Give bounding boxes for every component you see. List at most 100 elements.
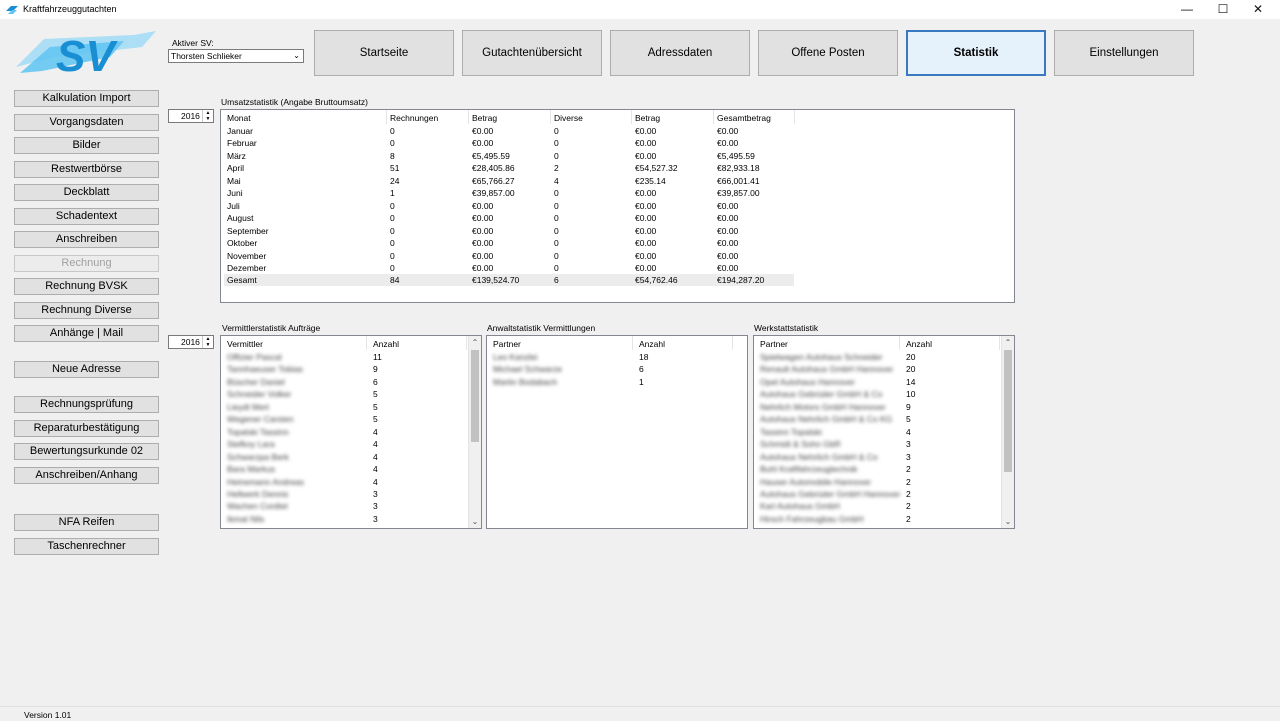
- column-header: Betrag: [472, 113, 498, 123]
- rechnung-button[interactable]: Rechnung: [14, 255, 159, 272]
- chevron-up-icon[interactable]: ⌃: [469, 336, 481, 349]
- list-item-count: 2: [906, 513, 911, 524]
- list-item-name: Topalski Tassinn: [227, 426, 289, 437]
- scrollbar-thumb[interactable]: [471, 350, 479, 442]
- taschenrechner-button[interactable]: Taschenrechner: [14, 538, 159, 555]
- table-cell: März: [227, 150, 246, 161]
- close-button[interactable]: ✕: [1242, 0, 1274, 19]
- table-cell: €0.00: [717, 225, 739, 236]
- table-cell: 24: [390, 175, 400, 186]
- table-cell: €39,857.00: [472, 188, 515, 199]
- list-item-name: Opel Autohaus Hannover: [760, 376, 855, 387]
- column-header: Rechnungen: [390, 113, 439, 123]
- column-separator[interactable]: [999, 336, 1000, 350]
- bilder-button[interactable]: Bilder: [14, 137, 159, 154]
- column-header: Betrag: [635, 113, 661, 123]
- restwertboerse-button[interactable]: Restwertbörse: [14, 161, 159, 178]
- column-separator[interactable]: [899, 336, 900, 350]
- list-item-count: 2: [906, 501, 911, 512]
- table-cell: €0.00: [472, 200, 494, 211]
- list-item-count: 18: [639, 352, 649, 362]
- column-separator[interactable]: [631, 110, 632, 124]
- tab-gutachtenuebersicht[interactable]: Gutachtenübersicht: [462, 30, 602, 76]
- table-cell: €194,287.20: [717, 275, 765, 286]
- anschreiben-button[interactable]: Anschreiben: [14, 231, 159, 248]
- rechnungspruefung-button[interactable]: Rechnungsprüfung: [14, 396, 159, 413]
- neue-adresse-button[interactable]: Neue Adresse: [14, 361, 159, 378]
- year-spinner-partner[interactable]: 2016 ▲ ▼: [168, 335, 214, 349]
- anschreiben-anhang-button[interactable]: Anschreiben/Anhang: [14, 467, 159, 484]
- vermittler-list[interactable]: Vermittler Anzahl Offizier Pascal 11 Tannhae…: [220, 335, 482, 529]
- column-separator[interactable]: [466, 336, 467, 350]
- spinner-arrows-icon[interactable]: ▲ ▼: [202, 110, 213, 122]
- nfa-reifen-button[interactable]: NFA Reifen: [14, 514, 159, 531]
- reparaturbestaetigung-button[interactable]: Reparaturbestätigung: [14, 420, 159, 437]
- table-cell: €139,524.70: [472, 275, 520, 286]
- active-sv-label: Aktiver SV:: [172, 38, 214, 48]
- list-item-count: 4: [373, 426, 378, 437]
- list-item-count: 5: [373, 414, 378, 425]
- schadentext-button[interactable]: Schadentext: [14, 208, 159, 225]
- table-cell: €0.00: [717, 213, 739, 224]
- column-separator[interactable]: [366, 336, 367, 350]
- list-item-count: 10: [906, 389, 916, 400]
- year-spinner-umsatz[interactable]: 2016 ▲ ▼: [168, 109, 214, 123]
- werkstatt-title: Werkstattstatistik: [754, 323, 819, 333]
- rechnung-diverse-button[interactable]: Rechnung Diverse: [14, 302, 159, 319]
- year-value: 2016: [181, 111, 200, 121]
- column-separator[interactable]: [794, 110, 795, 124]
- minimize-button[interactable]: —: [1171, 0, 1203, 19]
- list-item-count: 3: [373, 513, 378, 524]
- column-separator[interactable]: [386, 110, 387, 124]
- tab-einstellungen[interactable]: Einstellungen: [1054, 30, 1194, 76]
- chevron-up-icon[interactable]: ⌃: [1002, 336, 1014, 349]
- list-item-count: 3: [373, 501, 378, 512]
- list-item-count: 4: [373, 451, 378, 462]
- chevron-down-icon[interactable]: ⌄: [1002, 515, 1014, 528]
- bewertungsurkunde-button[interactable]: Bewertungsurkunde 02: [14, 443, 159, 460]
- table-cell: 0: [554, 262, 559, 273]
- table-cell: 0: [554, 126, 559, 136]
- anhaenge-mail-button[interactable]: Anhänge | Mail: [14, 325, 159, 342]
- table-cell: €0.00: [635, 250, 657, 261]
- column-separator[interactable]: [632, 336, 633, 350]
- maximize-button[interactable]: ☐: [1207, 0, 1239, 19]
- column-separator[interactable]: [732, 336, 733, 350]
- anwalt-list[interactable]: Partner Anzahl Leo Kanzlei 18 Michael Schwar…: [486, 335, 748, 529]
- list-item-name: Karl Autohaus GmbH: [760, 501, 840, 512]
- vertical-scrollbar[interactable]: ⌃ ⌄: [468, 336, 481, 528]
- tab-adressdaten[interactable]: Adressdaten: [610, 30, 750, 76]
- rechnung-bvsk-button[interactable]: Rechnung BVSK: [14, 278, 159, 295]
- column-separator[interactable]: [713, 110, 714, 124]
- list-item-count: 2: [906, 488, 911, 499]
- werkstatt-list[interactable]: Partner Anzahl Spielwagen Autohaus Schneid…: [753, 335, 1015, 529]
- kalkulation-import-button[interactable]: Kalkulation Import: [14, 90, 159, 107]
- column-separator[interactable]: [550, 110, 551, 124]
- tab-offene-posten[interactable]: Offene Posten: [758, 30, 898, 76]
- table-cell: Juli: [227, 200, 240, 211]
- table-cell: €0.00: [472, 126, 494, 136]
- table-cell: €65,766.27: [472, 175, 515, 186]
- table-cell: 0: [554, 150, 559, 161]
- table-cell: Gesamt: [227, 275, 257, 286]
- list-item-count: 6: [373, 376, 378, 387]
- table-cell: €0.00: [717, 138, 739, 149]
- table-cell: €0.00: [472, 213, 494, 224]
- active-sv-select[interactable]: Thorsten Schlieker ⌄: [168, 49, 304, 63]
- column-separator[interactable]: [468, 110, 469, 124]
- spinner-arrows-icon[interactable]: ▲ ▼: [202, 336, 213, 348]
- list-item-name: Leo Kanzlei: [493, 352, 538, 362]
- table-cell: €66,001.41: [717, 175, 760, 186]
- column-header: Vermittler: [227, 339, 263, 349]
- table-cell: August: [227, 213, 254, 224]
- vorgangsdaten-button[interactable]: Vorgangsdaten: [14, 114, 159, 131]
- umsatz-table[interactable]: Monat Rechnungen Betrag Diverse Betrag Gesamt…: [220, 109, 1015, 303]
- tab-startseite[interactable]: Startseite: [314, 30, 454, 76]
- deckblatt-button[interactable]: Deckblatt: [14, 184, 159, 201]
- scrollbar-thumb[interactable]: [1004, 350, 1012, 472]
- list-item-name: Ikmat Nils: [227, 513, 265, 524]
- chevron-down-icon[interactable]: ⌄: [469, 515, 481, 528]
- vertical-scrollbar[interactable]: ⌃ ⌄: [1001, 336, 1014, 528]
- table-cell: 0: [390, 138, 395, 149]
- tab-statistik[interactable]: Statistik: [906, 30, 1046, 76]
